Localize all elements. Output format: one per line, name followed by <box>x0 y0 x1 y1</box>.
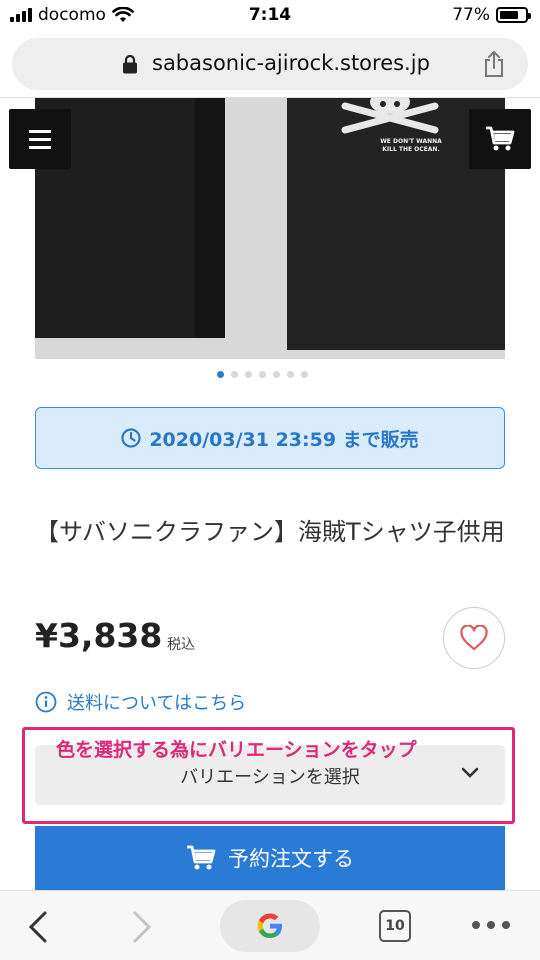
shipping-info-text: 送料についてはこちら <box>67 693 247 714</box>
shipping-info-link[interactable]: 送料についてはこちら <box>35 689 246 715</box>
carousel-dot[interactable] <box>259 371 266 378</box>
shirt-front-shadow <box>195 98 225 338</box>
product-title: 【サバソニクラファン】海賊Tシャツ子供用 <box>35 518 505 546</box>
url-text: sabasonic-ajirock.stores.jp <box>152 51 430 75</box>
menu-icon-bar <box>29 145 51 149</box>
battery-info: 77% <box>452 5 531 25</box>
carousel-dot[interactable] <box>217 371 224 378</box>
menu-icon-bar <box>29 129 51 133</box>
clock-icon <box>121 428 141 448</box>
carousel-dot[interactable] <box>245 371 252 378</box>
carousel-dot[interactable] <box>287 371 294 378</box>
more-icon-dot <box>472 921 480 929</box>
share-icon[interactable] <box>482 50 506 78</box>
preorder-label: 予約注文する <box>228 847 354 871</box>
battery-fill <box>500 11 519 19</box>
menu-icon-bar <box>29 137 51 141</box>
annotation-text: 色を選択する為にバリエーションをタップ <box>56 739 417 761</box>
lock-icon <box>123 54 137 74</box>
more-icon-dot <box>487 921 495 929</box>
skull-print-graphic <box>341 98 439 134</box>
address-bar[interactable]: sabasonic-ajirock.stores.jp <box>12 38 528 90</box>
google-search-button[interactable] <box>220 900 320 952</box>
google-icon <box>257 913 282 938</box>
tax-label: 税込 <box>167 637 195 653</box>
cart-icon <box>187 845 216 870</box>
browser-toolbar: 10 <box>0 890 540 960</box>
heart-icon <box>460 625 488 651</box>
carousel-dot[interactable] <box>231 371 238 378</box>
more-icon-dot <box>502 921 510 929</box>
tab-count-button[interactable]: 10 <box>379 910 411 942</box>
menu-button[interactable] <box>9 109 71 169</box>
more-icon[interactable] <box>472 921 510 929</box>
cart-icon <box>486 126 515 151</box>
shirt-print-text: WE DON'T WANNA KILL THE OCEAN. <box>380 138 442 153</box>
carousel-dots[interactable] <box>217 371 308 378</box>
sale-period-text: 2020/03/31 23:59 まで販売 <box>149 428 419 451</box>
status-bar: docomo 7:14 77% <box>0 0 540 32</box>
product-image[interactable]: WE DON'T WANNA KILL THE OCEAN. <box>35 98 505 359</box>
forward-icon[interactable] <box>130 911 154 943</box>
product-price: ¥3,838 <box>35 616 163 655</box>
battery-percent: 77% <box>452 5 490 25</box>
preorder-button[interactable]: 予約注文する <box>35 826 505 890</box>
info-icon <box>35 691 57 713</box>
carousel-dot[interactable] <box>301 371 308 378</box>
sale-period-notice: 2020/03/31 23:59 まで販売 <box>35 407 505 469</box>
favorite-button[interactable] <box>443 607 505 669</box>
carousel-dot[interactable] <box>273 371 280 378</box>
cart-button[interactable] <box>469 109 531 169</box>
battery-icon <box>496 7 531 23</box>
back-icon[interactable] <box>26 911 50 943</box>
